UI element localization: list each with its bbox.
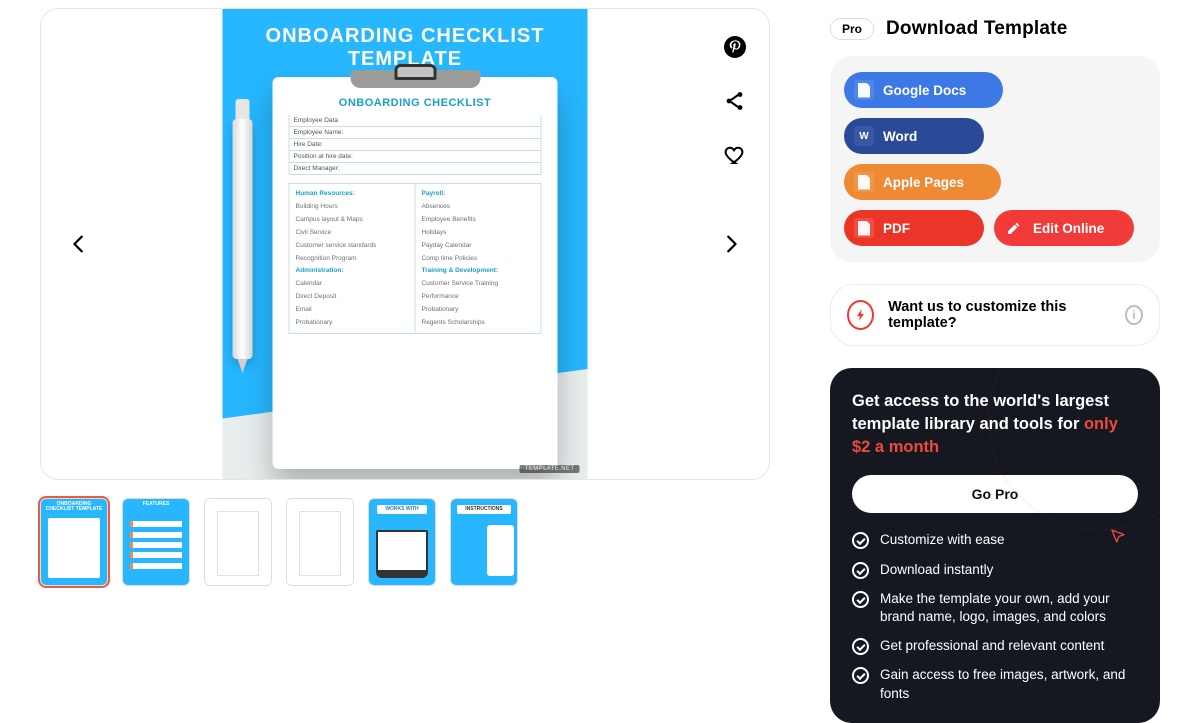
share-icon xyxy=(723,89,747,113)
check-icon xyxy=(852,532,869,549)
page-title: Download Template xyxy=(886,18,1067,40)
pro-upsell-card: Get access to the world's largest templa… xyxy=(830,368,1160,723)
btn-label: PDF xyxy=(883,221,910,236)
thumbnail-2[interactable]: FEATURES xyxy=(122,498,190,586)
go-pro-button[interactable]: Go Pro xyxy=(852,475,1138,513)
emp-row: Employee Data xyxy=(289,115,542,127)
pdf-icon xyxy=(854,218,874,238)
favorite-button[interactable] xyxy=(721,141,749,169)
prev-button[interactable] xyxy=(59,224,99,264)
download-icon xyxy=(975,82,989,98)
share-button[interactable] xyxy=(721,87,749,115)
edit-online-button[interactable]: Edit Online xyxy=(994,210,1134,246)
thumbnail-6[interactable]: INSTRUCTIONS xyxy=(450,498,518,586)
emp-row: Hire Date: xyxy=(289,139,542,151)
download-apple-pages-button[interactable]: Apple Pages xyxy=(844,164,1001,200)
download-options-card: Google Docs W Word Apple Pages PDF xyxy=(830,56,1160,262)
btn-label: Word xyxy=(883,129,917,144)
heart-icon xyxy=(723,143,747,167)
word-icon: W xyxy=(854,126,874,146)
next-button[interactable] xyxy=(711,224,751,264)
chevron-right-icon xyxy=(720,233,742,255)
apple-pages-icon xyxy=(854,172,874,192)
emp-row: Direct Manager: xyxy=(289,163,542,175)
download-icon xyxy=(956,220,970,236)
template-slide: ONBOARDING CHECKLIST TEMPLATE ONBOARDING… xyxy=(223,9,588,479)
check-icon xyxy=(852,667,869,684)
thumbnail-1[interactable]: ONBOARDING CHECKLIST TEMPLATE xyxy=(40,498,108,586)
google-docs-icon xyxy=(854,80,874,100)
download-pdf-button[interactable]: PDF xyxy=(844,210,984,246)
emp-row: Employee Name: xyxy=(289,127,542,139)
pro-feature: Download instantly xyxy=(852,561,1138,579)
doc-title: ONBOARDING CHECKLIST xyxy=(289,97,542,109)
btn-label: Edit Online xyxy=(1033,221,1104,236)
emp-row: Position at hire date: xyxy=(289,151,542,163)
info-icon: i xyxy=(1125,305,1143,325)
check-icon xyxy=(852,591,869,608)
download-word-button[interactable]: W Word xyxy=(844,118,984,154)
pro-feature: Customize with ease xyxy=(852,531,1138,549)
download-google-docs-button[interactable]: Google Docs xyxy=(844,72,1003,108)
pro-badge: Pro xyxy=(830,18,874,40)
thumbnail-3[interactable] xyxy=(204,498,272,586)
pro-feature: Get professional and relevant content xyxy=(852,637,1138,655)
pro-feature: Make the template your own, add your bra… xyxy=(852,590,1138,626)
download-icon xyxy=(956,128,970,144)
thumbnail-4[interactable] xyxy=(286,498,354,586)
pro-feature: Gain access to free images, artwork, and… xyxy=(852,666,1138,702)
pinterest-button[interactable] xyxy=(721,33,749,61)
chevron-left-icon xyxy=(68,233,90,255)
bolt-icon xyxy=(847,300,874,330)
clipboard-graphic: ONBOARDING CHECKLIST Employee Data Emplo… xyxy=(273,77,558,469)
download-icon xyxy=(973,174,987,190)
btn-label: Apple Pages xyxy=(883,175,964,190)
check-icon xyxy=(852,562,869,579)
pro-headline: Get access to the world's largest templa… xyxy=(852,390,1138,459)
thumbnail-strip: ONBOARDING CHECKLIST TEMPLATE FEATURES W… xyxy=(40,498,770,586)
customize-text: Want us to customize this template? xyxy=(888,299,1111,331)
check-icon xyxy=(852,638,869,655)
brand-watermark: TEMPLATE.NET xyxy=(520,465,580,473)
pinterest-icon xyxy=(723,35,747,59)
preview-card: ONBOARDING CHECKLIST TEMPLATE ONBOARDING… xyxy=(40,8,770,480)
cursor-icon xyxy=(1110,528,1126,549)
pen-graphic xyxy=(233,119,253,359)
thumbnail-5[interactable]: WORKS WITH xyxy=(368,498,436,586)
customize-card[interactable]: Want us to customize this template? i xyxy=(830,284,1160,346)
btn-label: Google Docs xyxy=(883,83,966,98)
pencil-icon xyxy=(1004,218,1024,238)
